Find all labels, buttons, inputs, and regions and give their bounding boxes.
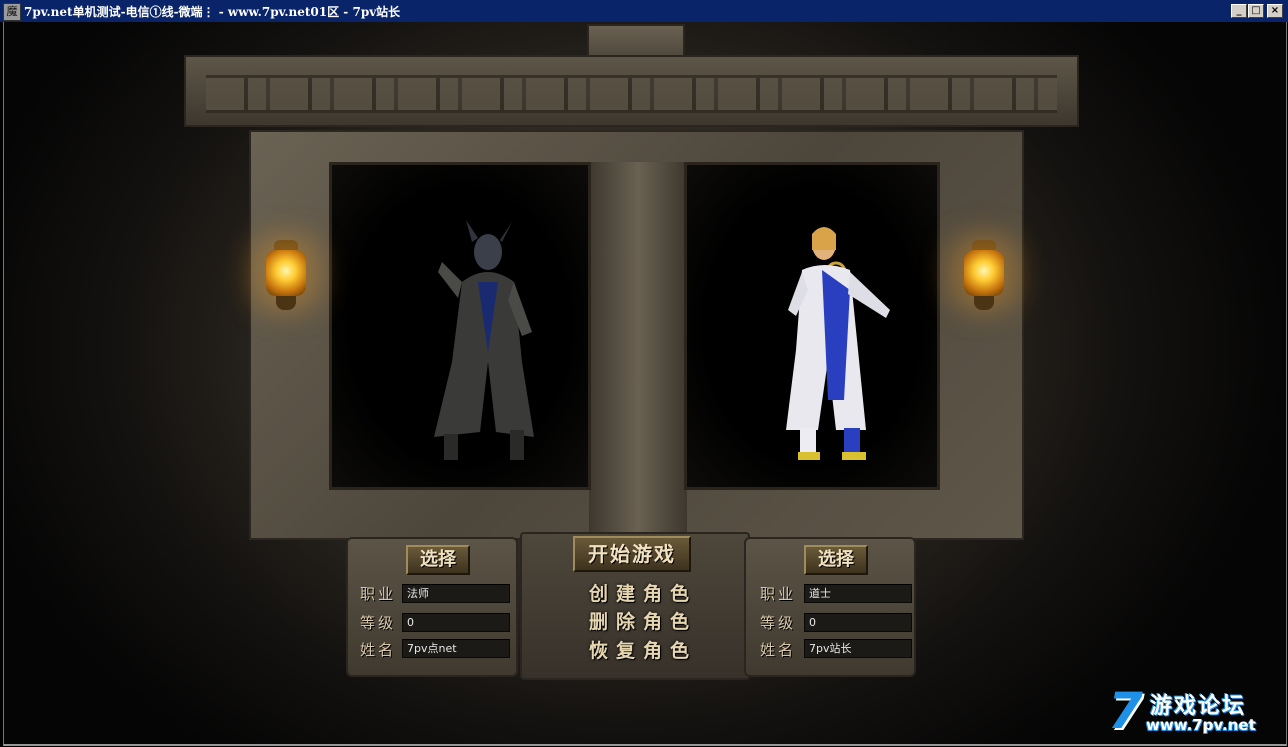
right-job-field: 道士	[804, 584, 912, 603]
right-level-label: 等级	[760, 614, 797, 632]
right-job-label: 职业	[760, 585, 797, 603]
center-pillar	[589, 162, 687, 547]
lantern-icon	[962, 240, 1006, 310]
right-name-label: 姓名	[760, 641, 797, 659]
left-level-field: 0	[402, 613, 510, 632]
watermark-digit: 7	[1108, 682, 1143, 740]
right-level-field: 0	[804, 613, 912, 632]
left-name-field: 7pv点net	[402, 639, 510, 658]
right-character-panel: 选择 职业 道士 等级 0 姓名 7pv站长	[744, 537, 916, 677]
minimize-button[interactable]: _	[1231, 4, 1247, 18]
left-name-label: 姓名	[360, 641, 397, 659]
close-button[interactable]: ×	[1267, 4, 1283, 18]
create-role-button[interactable]: 创建角色	[589, 579, 697, 606]
left-level-label: 等级	[360, 614, 397, 632]
right-select-button[interactable]: 选择	[804, 545, 868, 575]
window-title: 7pv.net单机测试-电信①线-微端⋮ - www.7pv.net01区 - …	[24, 5, 401, 19]
stone-lintel	[184, 55, 1079, 127]
start-game-button[interactable]: 开始游戏	[573, 536, 691, 572]
left-character-panel: 选择 职业 法师 等级 0 姓名 7pv点net	[346, 537, 518, 677]
taoist-character-icon[interactable]	[766, 220, 906, 470]
site-watermark: 7 游戏论坛 www.7pv.net	[1108, 682, 1278, 740]
game-viewport: 选择 职业 法师 等级 0 姓名 7pv点net 开始游戏 创建角色 删除角色 …	[3, 22, 1287, 746]
maximize-button[interactable]: □	[1248, 4, 1264, 18]
delete-role-button[interactable]: 删除角色	[589, 607, 697, 634]
left-job-field: 法师	[402, 584, 510, 603]
restore-role-button[interactable]: 恢复角色	[589, 636, 697, 663]
left-job-label: 职业	[360, 585, 397, 603]
watermark-url: www.7pv.net	[1146, 716, 1256, 734]
lantern-icon	[264, 240, 308, 310]
app-icon[interactable]: 魔	[3, 3, 21, 21]
mage-character-icon[interactable]	[422, 212, 552, 467]
left-select-button[interactable]: 选择	[406, 545, 470, 575]
right-name-field: 7pv站长	[804, 639, 912, 658]
window-titlebar[interactable]: 魔 7pv.net单机测试-电信①线-微端⋮ - www.7pv.net01区 …	[0, 0, 1288, 22]
